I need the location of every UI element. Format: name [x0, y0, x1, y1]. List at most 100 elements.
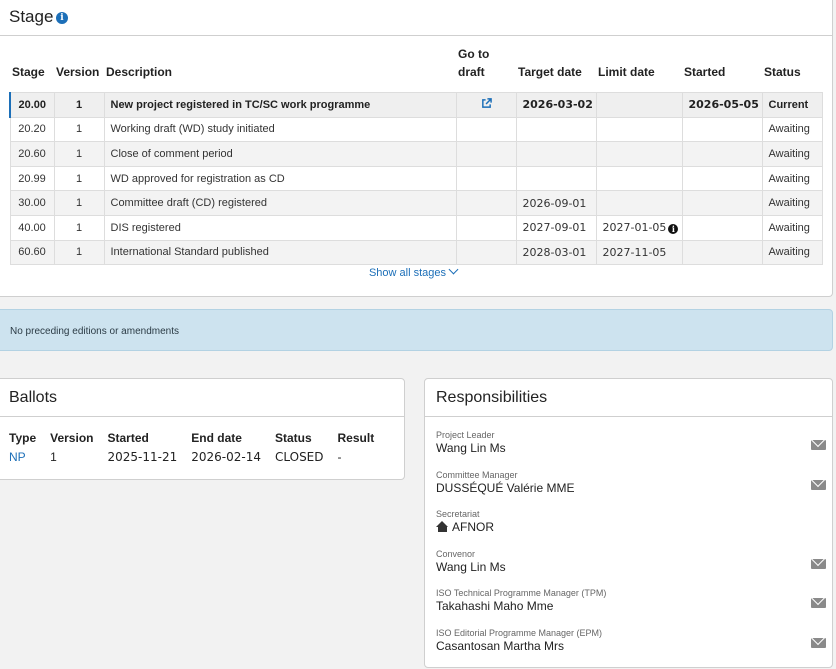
person-name: DUSSÉQUÉ Valérie MME	[436, 481, 575, 495]
col-type: Type	[9, 431, 37, 445]
stage-row: 20.60 1 Close of comment period Awaiting	[9, 141, 823, 167]
stage-version: 1	[53, 165, 105, 192]
limit-date	[595, 165, 683, 192]
stage-row: 60.60 1 International Standard published…	[9, 239, 823, 266]
responsibility-convenor: Convenor Wang Lin Ms	[436, 549, 826, 574]
stage-panel: Stage i Stage Version Description Go to …	[0, 0, 833, 297]
limit-date	[595, 141, 683, 167]
go-to-draft-cell	[455, 92, 517, 118]
responsibility-epm: ISO Editorial Programme Manager (EPM) Ca…	[436, 628, 826, 653]
stage-description: International Standard published	[103, 239, 457, 266]
started-date	[681, 239, 763, 266]
target-date: 2026-03-02	[515, 92, 597, 118]
stage-description: Close of comment period	[103, 141, 457, 167]
limit-date	[595, 116, 683, 143]
info-icon[interactable]: i	[668, 224, 679, 235]
home-icon	[436, 521, 449, 532]
stage-status: Awaiting	[761, 141, 823, 167]
ballots-header: Ballots	[0, 379, 404, 417]
mail-icon[interactable]	[811, 638, 826, 648]
ballots-table-header: Type Version Started End date Status Res…	[9, 431, 388, 448]
target-date	[515, 165, 597, 192]
col-status: Status	[274, 431, 312, 445]
stage-row: 20.00 1 New project registered in TC/SC …	[9, 92, 823, 118]
go-to-draft-cell	[455, 165, 517, 192]
external-link-icon[interactable]	[481, 97, 492, 109]
person-name: Wang Lin Ms	[436, 441, 506, 455]
limit-date: 2027-01-05	[602, 221, 667, 235]
stage-status: Awaiting	[761, 214, 823, 241]
stage-description: Working draft (WD) study initiated	[103, 116, 457, 143]
stage-description: New project registered in TC/SC work pro…	[103, 92, 457, 118]
responsibilities-panel: Responsibilities Project Leader Wang Lin…	[424, 378, 833, 668]
stage-code: 60.60	[9, 239, 55, 266]
stage-version: 1	[53, 116, 105, 143]
ballot-end-date: 2026-02-14	[191, 450, 261, 464]
responsibility-committee-manager: Committee Manager DUSSÉQUÉ Valérie MME	[436, 470, 826, 495]
editions-text: No preceding editions or amendments	[10, 326, 179, 337]
responsibility-secretariat: Secretariat AFNOR	[436, 509, 826, 534]
editions-info-bar: No preceding editions or amendments	[0, 309, 833, 351]
role-label: ISO Editorial Programme Manager (EPM)	[436, 628, 603, 638]
person-name: Takahashi Maho Mme	[436, 599, 554, 613]
stage-row: 30.00 1 Committee draft (CD) registered …	[9, 190, 823, 216]
stage-status: Awaiting	[761, 165, 823, 192]
stage-description: DIS registered	[103, 214, 457, 241]
ballot-status: CLOSED	[274, 450, 324, 464]
ballot-type-link[interactable]: NP	[9, 448, 50, 464]
col-result: Result	[337, 431, 375, 445]
target-date	[515, 141, 597, 167]
stage-status: Current	[761, 92, 823, 118]
mail-icon[interactable]	[811, 440, 826, 450]
mail-icon[interactable]	[811, 598, 826, 608]
secretariat-name: AFNOR	[436, 520, 826, 534]
stage-code: 20.60	[9, 141, 55, 167]
col-target-date: Target date	[518, 65, 582, 79]
stage-row: 20.99 1 WD approved for registration as …	[9, 165, 823, 192]
ballot-result: -	[337, 450, 342, 464]
stage-status: Awaiting	[761, 190, 823, 216]
started-date	[681, 214, 763, 241]
ballots-panel: Ballots Type Version Started End date St…	[0, 378, 405, 480]
role-label: ISO Technical Programme Manager (TPM)	[436, 588, 607, 598]
col-version: Version	[50, 431, 94, 445]
started-date	[681, 141, 763, 167]
started-date	[681, 165, 763, 192]
col-stage: Stage	[12, 65, 45, 79]
go-to-draft-cell	[455, 141, 517, 167]
col-go-to-draft: Go to draft	[458, 47, 490, 79]
show-all-stages-label: Show all stages	[368, 267, 447, 279]
go-to-draft-cell	[455, 190, 517, 216]
stage-code: 20.20	[9, 116, 55, 143]
stage-table: Stage Version Description Go to draft Ta…	[9, 45, 823, 266]
target-date: 2026-09-01	[515, 190, 597, 216]
ballots-table: Type Version Started End date Status Res…	[9, 431, 388, 464]
role-label: Convenor	[436, 549, 476, 559]
mail-icon[interactable]	[811, 559, 826, 569]
stage-row: 40.00 1 DIS registered 2027-09-01 2027-0…	[9, 214, 823, 241]
stage-description: Committee draft (CD) registered	[103, 190, 457, 216]
stage-code: 30.00	[9, 190, 55, 216]
show-all-stages-link[interactable]: Show all stages	[0, 264, 831, 279]
responsibility-project-leader: Project Leader Wang Lin Ms	[436, 430, 826, 455]
person-name: Casantosan Martha Mrs	[436, 639, 565, 653]
ballot-version: 1	[50, 450, 57, 464]
info-icon[interactable]: i	[56, 12, 68, 24]
stage-header: Stage i	[0, 0, 832, 36]
ballot-row: NP 1 2025-11-21 2026-02-14 CLOSED -	[9, 448, 388, 464]
go-to-draft-cell	[455, 239, 517, 266]
stage-version: 1	[53, 190, 105, 216]
stage-version: 1	[53, 141, 105, 167]
col-started: Started	[684, 65, 726, 79]
limit-date	[595, 190, 683, 216]
col-version: Version	[56, 65, 100, 79]
responsibilities-header: Responsibilities	[425, 379, 832, 417]
stage-status: Awaiting	[761, 239, 823, 266]
ballots-title: Ballots	[9, 389, 58, 406]
mail-icon[interactable]	[811, 480, 826, 490]
col-limit-date: Limit date	[598, 65, 655, 79]
stage-code: 20.00	[9, 92, 55, 118]
responsibility-tpm: ISO Technical Programme Manager (TPM) Ta…	[436, 588, 826, 613]
target-date	[515, 116, 597, 143]
person-name: Wang Lin Ms	[436, 560, 506, 574]
